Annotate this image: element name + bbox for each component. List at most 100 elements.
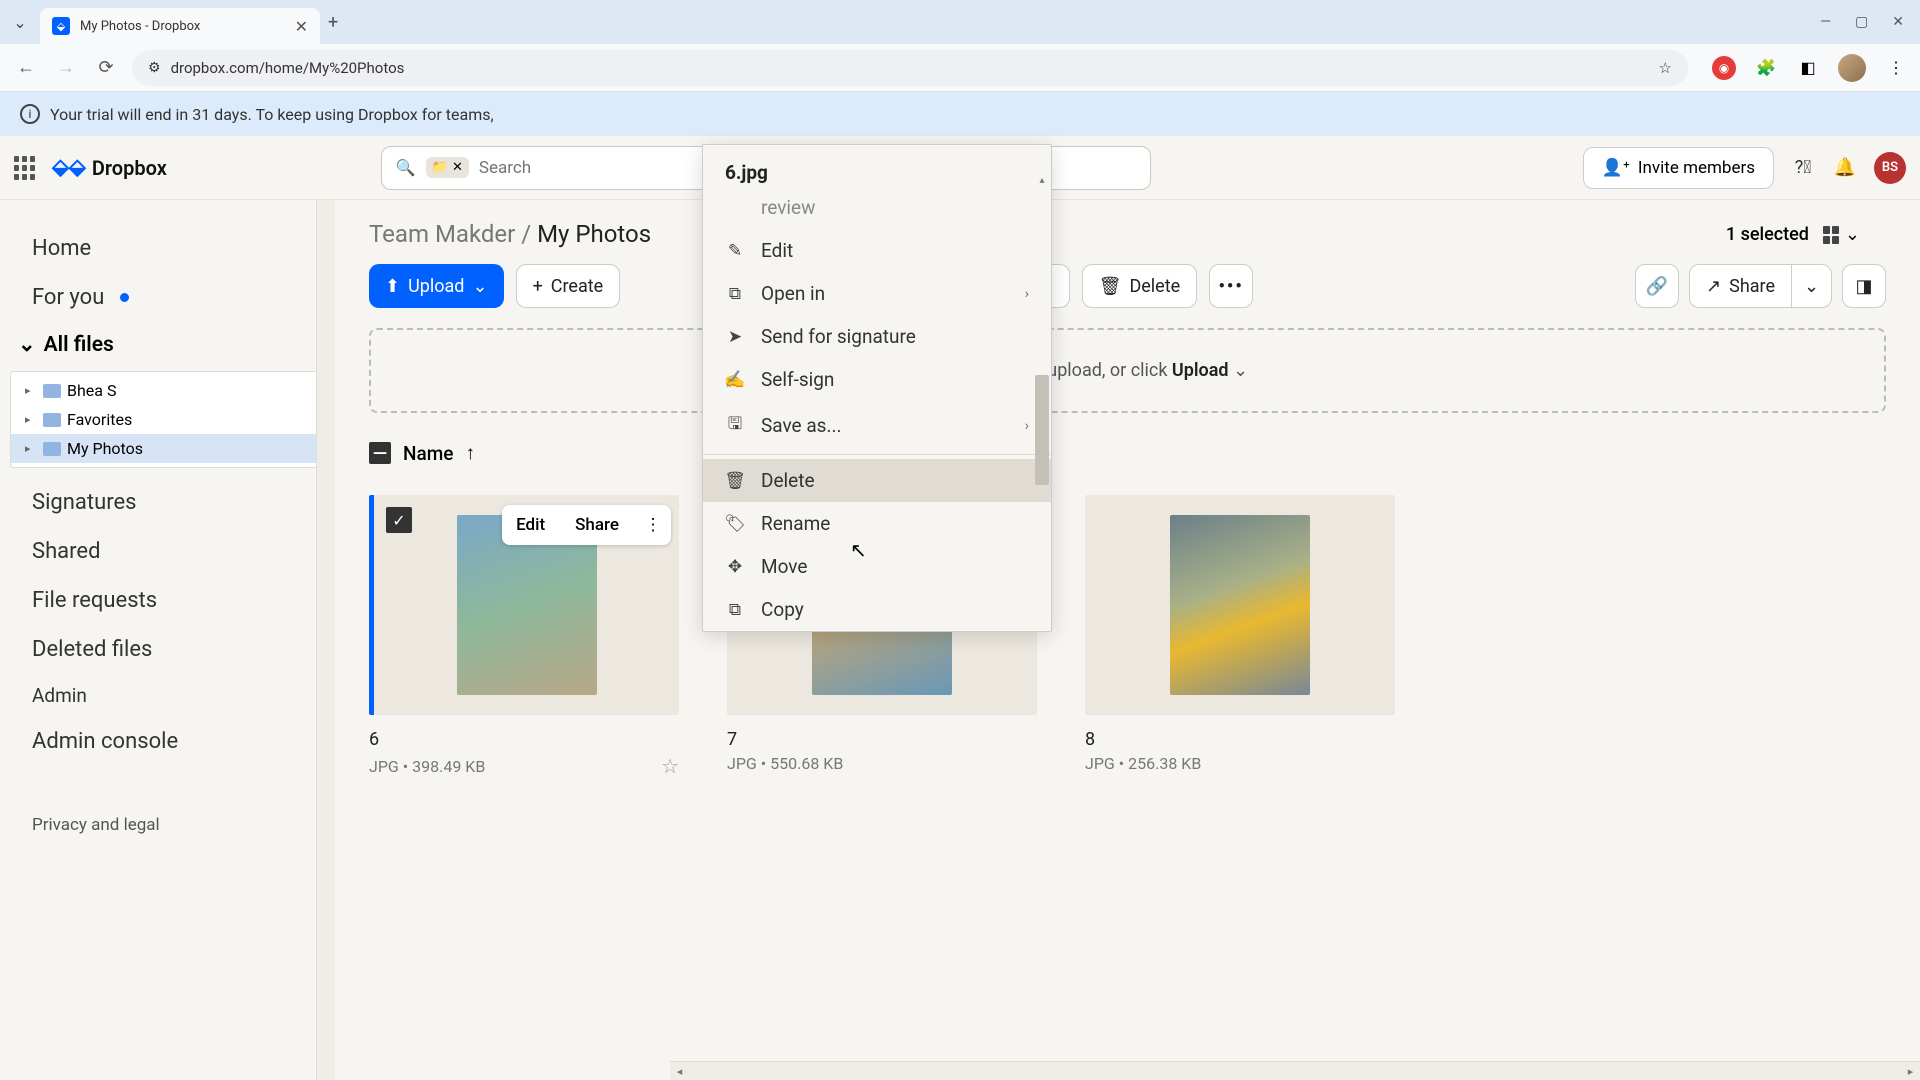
context-item-open-in[interactable]: ⧉ Open in › [703, 272, 1051, 315]
sidebar-admin-console[interactable]: Admin console [0, 717, 335, 766]
sidebar-all-files[interactable]: ⌄ All files [0, 322, 335, 367]
account-avatar[interactable]: BS [1874, 152, 1906, 184]
dropbox-favicon: ⬙ [52, 17, 70, 35]
breadcrumb-parent[interactable]: Team Makder [369, 220, 515, 248]
maximize-icon[interactable]: ▢ [1855, 14, 1868, 30]
context-item-delete[interactable]: 🗑 Delete [703, 459, 1051, 502]
sidebar-file-requests[interactable]: File requests [0, 576, 335, 625]
folder-tree: ▸ Bhea S ▸ Favorites ▸ My Photos [10, 371, 325, 468]
reload-button[interactable]: ⟳ [92, 54, 120, 82]
tree-item-favorites[interactable]: ▸ Favorites [11, 405, 324, 434]
file-card[interactable]: ✓ Edit Share ⋮ 6 JPG • 398.49 KB ☆ [369, 495, 679, 778]
view-toggle[interactable]: ⌄ [1823, 224, 1860, 245]
chrome-menu-icon[interactable]: ⋮ [1884, 56, 1908, 80]
copy-link-button[interactable]: 🔗 [1635, 264, 1679, 308]
search-folder-chip[interactable]: 📁 ✕ [426, 157, 469, 178]
file-thumbnail[interactable] [1085, 495, 1395, 715]
context-item-save-as[interactable]: 🖫 Save as... › [703, 401, 1051, 450]
browser-tab[interactable]: ⬙ My Photos - Dropbox ✕ [40, 8, 320, 44]
context-item-copy[interactable]: ⧉ Copy [703, 588, 1051, 631]
trash-icon: 🗑 [1099, 276, 1122, 297]
selected-check-icon[interactable]: ✓ [386, 507, 412, 533]
select-all-checkbox[interactable]: — [369, 442, 391, 464]
breadcrumb-current: My Photos [537, 220, 651, 248]
scroll-left-icon[interactable]: ◂ [670, 1065, 689, 1078]
site-settings-icon[interactable]: ⚙ [148, 60, 161, 76]
context-scrollbar[interactable]: ▴ [1035, 175, 1049, 629]
hover-more-button[interactable]: ⋮ [635, 505, 671, 545]
selection-status: 1 selected ⌄ [1726, 224, 1860, 245]
app-launcher-icon[interactable] [14, 156, 38, 180]
scroll-up-icon[interactable]: ▴ [1035, 175, 1049, 186]
upload-dropzone[interactable]: re to upload, or click Upload ⌄ [369, 328, 1886, 413]
upload-button[interactable]: ⬆ Upload ⌄ [369, 264, 504, 308]
side-panel-icon[interactable]: ◧ [1796, 56, 1820, 80]
dropbox-logo[interactable]: ⬙⬙ Dropbox [52, 155, 167, 180]
context-item-edit[interactable]: ✎ Edit [703, 229, 1051, 272]
minimize-icon[interactable]: — [1820, 14, 1831, 30]
back-button[interactable]: ← [12, 54, 40, 82]
sidebar-for-you[interactable]: For you [0, 273, 335, 322]
more-actions-button[interactable]: ••• [1209, 264, 1253, 308]
sidebar-shared[interactable]: Shared [0, 527, 335, 576]
hover-share-button[interactable]: Share [561, 505, 633, 545]
tree-item-my-photos[interactable]: ▸ My Photos [11, 434, 324, 463]
create-button[interactable]: + Create [516, 264, 621, 308]
sidebar-signatures[interactable]: Signatures [0, 478, 335, 527]
details-panel-button[interactable]: ◨ [1842, 264, 1886, 308]
file-name[interactable]: 8 [1085, 729, 1395, 750]
scroll-thumb[interactable] [1035, 375, 1049, 485]
star-icon[interactable]: ☆ [661, 754, 679, 778]
file-card[interactable]: 8 JPG • 256.38 KB [1085, 495, 1395, 778]
context-item-move[interactable]: ✥ Move [703, 545, 1051, 588]
invite-members-button[interactable]: 👤⁺ Invite members [1583, 147, 1774, 189]
close-window-icon[interactable]: ✕ [1892, 14, 1904, 30]
help-icon[interactable]: ?⃝ [1790, 155, 1816, 181]
delete-button[interactable]: 🗑 Delete [1082, 264, 1198, 308]
invite-label: Invite members [1638, 158, 1755, 178]
upload-icon: ⬆ [385, 276, 400, 297]
column-name[interactable]: Name [403, 442, 453, 465]
context-item-rename[interactable]: 🏷 Rename [703, 502, 1051, 545]
context-item-send-signature[interactable]: ➤ Send for signature [703, 315, 1051, 358]
hover-edit-button[interactable]: Edit [502, 505, 559, 545]
tree-item-bhea[interactable]: ▸ Bhea S [11, 376, 324, 405]
extensions-puzzle-icon[interactable]: 🧩 [1754, 56, 1778, 80]
share-button[interactable]: ↗ Share [1689, 264, 1792, 308]
tab-list-dropdown[interactable]: ⌄ [8, 10, 32, 34]
close-tab-icon[interactable]: ✕ [295, 17, 308, 36]
context-item-self-sign[interactable]: ✍ Self-sign [703, 358, 1051, 401]
extension-icon[interactable]: ◉ [1712, 56, 1736, 80]
caret-icon[interactable]: ▸ [25, 384, 37, 397]
profile-avatar-icon[interactable] [1838, 54, 1866, 82]
caret-icon[interactable]: ▸ [25, 413, 37, 426]
caret-icon[interactable]: ▸ [25, 442, 37, 455]
context-item-review[interactable]: review [703, 194, 1051, 229]
link-icon: 🔗 [1646, 276, 1668, 297]
share-dropdown-button[interactable]: ⌄ [1792, 264, 1832, 308]
sort-asc-icon[interactable]: ↑ [465, 441, 475, 465]
scroll-right-icon[interactable]: ▸ [1901, 1065, 1920, 1078]
bookmark-star-icon[interactable]: ☆ [1659, 59, 1672, 77]
info-icon: i [20, 104, 40, 124]
file-thumbnail[interactable]: ✓ Edit Share ⋮ [369, 495, 679, 715]
file-name[interactable]: 7 [727, 729, 1037, 750]
address-bar[interactable]: ⚙ dropbox.com/home/My%20Photos ☆ [132, 50, 1688, 86]
new-tab-button[interactable]: + [328, 12, 338, 33]
dropzone-upload-link[interactable]: Upload [1172, 360, 1229, 381]
forward-button[interactable]: → [52, 54, 80, 82]
create-label: Create [551, 276, 603, 297]
sidebar-privacy[interactable]: Privacy and legal [0, 806, 335, 844]
sidebar-deleted[interactable]: Deleted files [0, 625, 335, 674]
main-content: Team Makder / My Photos 1 selected ⌄ ⬆ U… [335, 200, 1920, 1080]
chevron-right-icon: › [1025, 286, 1029, 302]
tree-label: Bhea S [67, 381, 116, 400]
banner-text: Your trial will end in 31 days. To keep … [50, 105, 494, 124]
horizontal-scrollbar[interactable]: ◂ ▸ [670, 1061, 1920, 1080]
sidebar-home[interactable]: Home [0, 224, 335, 273]
ctx-label: Send for signature [761, 325, 916, 348]
chip-close-icon[interactable]: ✕ [452, 160, 463, 175]
file-name[interactable]: 6 [369, 729, 679, 750]
sidebar-scrollbar[interactable] [316, 200, 335, 1080]
notifications-icon[interactable]: 🔔 [1832, 155, 1858, 181]
